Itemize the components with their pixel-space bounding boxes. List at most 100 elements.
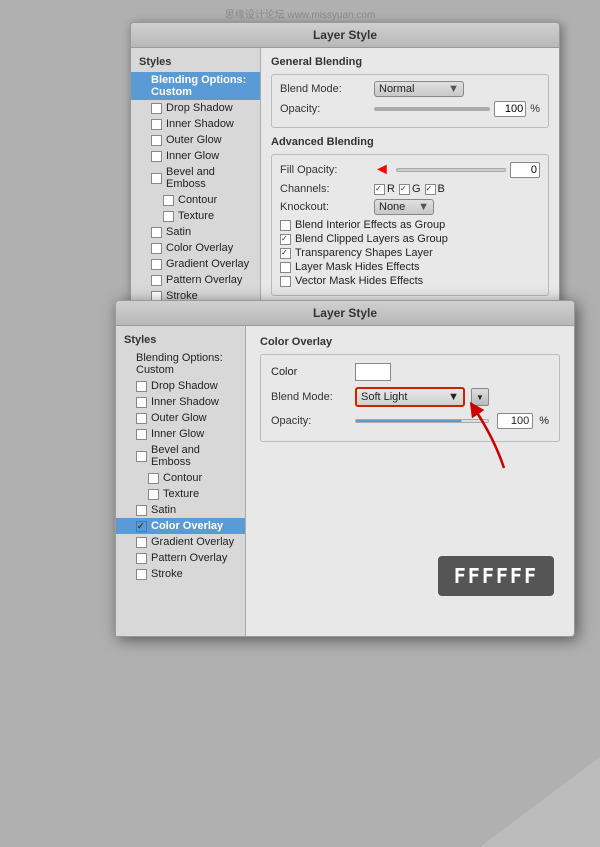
sidebar-item-contour[interactable]: Contour (131, 192, 260, 208)
d2-blending-options[interactable]: Blending Options: Custom (116, 350, 245, 378)
color-overlay-checkbox[interactable] (151, 243, 162, 254)
d2-contour[interactable]: Contour (116, 470, 245, 486)
d2-contour-cb[interactable] (148, 473, 159, 484)
outer-glow-checkbox[interactable] (151, 135, 162, 146)
sidebar-item-pattern-overlay[interactable]: Pattern Overlay (131, 272, 260, 288)
d2-inner-shadow[interactable]: Inner Shadow (116, 394, 245, 410)
dialog2-styles-title: Styles (116, 332, 245, 350)
d2-inner-shadow-cb[interactable] (136, 397, 147, 408)
channel-g-checkbox[interactable] (399, 184, 410, 195)
color-overlay-box: Color Blend Mode: Soft Light ▼ ▼ (260, 354, 560, 442)
d2-stroke[interactable]: Stroke (116, 566, 245, 582)
channel-g: G (399, 183, 421, 195)
sidebar-item-drop-shadow[interactable]: Drop Shadow (131, 100, 260, 116)
satin-checkbox[interactable] (151, 227, 162, 238)
co-blend-mode-dropdown[interactable]: Soft Light ▼ (355, 387, 465, 407)
opacity-input[interactable] (494, 101, 526, 117)
inner-shadow-checkbox[interactable] (151, 119, 162, 130)
drop-shadow-checkbox[interactable] (151, 103, 162, 114)
channels-label: Channels: (280, 183, 370, 195)
vector-mask-hides-label: Vector Mask Hides Effects (295, 275, 423, 287)
dialog1-styles-title: Styles (131, 54, 260, 72)
co-blend-mode-value: Soft Light (361, 391, 407, 403)
d2-gradient-overlay[interactable]: Gradient Overlay (116, 534, 245, 550)
blend-interior-checkbox[interactable] (280, 220, 291, 231)
dialog2-left-panel: Styles Blending Options: Custom Drop Sha… (116, 326, 246, 636)
transparency-shapes-label: Transparency Shapes Layer (295, 247, 433, 259)
dialog1-titlebar: Layer Style (131, 23, 559, 48)
d2-bevel-emboss-cb[interactable] (136, 451, 147, 462)
channel-r: R (374, 183, 395, 195)
bottom-area (0, 757, 600, 847)
d2-satin[interactable]: Satin (116, 502, 245, 518)
d2-texture[interactable]: Texture (116, 486, 245, 502)
d2-pattern-overlay-cb[interactable] (136, 553, 147, 564)
d2-outer-glow[interactable]: Outer Glow (116, 410, 245, 426)
color-overlay-panel: Color Overlay Color Blend Mode: Soft Lig… (246, 326, 574, 636)
knockout-dropdown[interactable]: None ▼ (374, 199, 434, 215)
bevel-emboss-checkbox[interactable] (151, 173, 162, 184)
blend-clipped-checkbox[interactable] (280, 234, 291, 245)
fill-opacity-input[interactable] (510, 162, 540, 178)
blend-interior-label: Blend Interior Effects as Group (295, 219, 445, 231)
layer-mask-hides-checkbox[interactable] (280, 262, 291, 273)
vector-mask-hides-checkbox[interactable] (280, 276, 291, 287)
channel-b-checkbox[interactable] (425, 184, 436, 195)
blend-mode-dropdown[interactable]: Normal ▼ (374, 81, 464, 97)
co-opacity-unit: % (539, 415, 549, 427)
fill-opacity-slider[interactable] (396, 168, 506, 172)
d2-outer-glow-cb[interactable] (136, 413, 147, 424)
d2-pattern-overlay[interactable]: Pattern Overlay (116, 550, 245, 566)
sidebar-item-inner-shadow[interactable]: Inner Shadow (131, 116, 260, 132)
d2-color-overlay[interactable]: Color Overlay (116, 518, 245, 534)
color-overlay-section-title: Color Overlay (260, 336, 560, 348)
sidebar-item-color-overlay[interactable]: Color Overlay (131, 240, 260, 256)
dialog1-left-panel: Styles Blending Options: Custom Drop Sha… (131, 48, 261, 318)
d2-inner-glow-cb[interactable] (136, 429, 147, 440)
dialog2-titlebar: Layer Style (116, 301, 574, 326)
d2-drop-shadow-cb[interactable] (136, 381, 147, 392)
blending-options-label: Blending Options: Custom (151, 74, 252, 98)
knockout-label: Knockout: (280, 201, 370, 213)
dropdown-arrow-icon: ▼ (448, 83, 459, 95)
hex-color-display: FFFFFF (438, 556, 554, 596)
gradient-overlay-checkbox[interactable] (151, 259, 162, 270)
d2-color-overlay-cb[interactable] (136, 521, 147, 532)
d2-drop-shadow[interactable]: Drop Shadow (116, 378, 245, 394)
knockout-arrow-icon: ▼ (418, 201, 429, 213)
d2-satin-cb[interactable] (136, 505, 147, 516)
corner-decoration (480, 757, 600, 847)
texture-checkbox[interactable] (163, 211, 174, 222)
opacity-slider[interactable] (374, 107, 490, 111)
d2-bevel-emboss[interactable]: Bevel and Emboss (116, 442, 245, 470)
d2-stroke-cb[interactable] (136, 569, 147, 580)
sidebar-item-blending-options[interactable]: Blending Options: Custom (131, 72, 260, 100)
sidebar-item-outer-glow[interactable]: Outer Glow (131, 132, 260, 148)
d2-color-overlay-label: Color Overlay (151, 520, 223, 532)
sidebar-item-inner-glow[interactable]: Inner Glow (131, 148, 260, 164)
general-blending-title: General Blending (271, 56, 549, 68)
dialog2: Layer Style Styles Blending Options: Cus… (115, 300, 575, 637)
inner-glow-checkbox[interactable] (151, 151, 162, 162)
sidebar-item-gradient-overlay[interactable]: Gradient Overlay (131, 256, 260, 272)
d2-blending-label: Blending Options: Custom (136, 352, 237, 376)
layer-mask-hides-label: Layer Mask Hides Effects (295, 261, 420, 273)
channel-r-checkbox[interactable] (374, 184, 385, 195)
advanced-checkboxes: Blend Interior Effects as Group Blend Cl… (280, 219, 540, 287)
color-swatch[interactable] (355, 363, 391, 381)
watermark: 思缘设计论坛 www.missyuan.com (225, 6, 376, 21)
general-blending-box: Blend Mode: Normal ▼ Opacity: % (271, 74, 549, 128)
sidebar-item-bevel-emboss[interactable]: Bevel and Emboss (131, 164, 260, 192)
color-label: Color (271, 366, 351, 378)
d2-gradient-overlay-cb[interactable] (136, 537, 147, 548)
d2-inner-glow[interactable]: Inner Glow (116, 426, 245, 442)
fill-opacity-arrow-icon: ◄ (374, 161, 390, 179)
d2-texture-cb[interactable] (148, 489, 159, 500)
sidebar-item-texture[interactable]: Texture (131, 208, 260, 224)
sidebar-item-satin[interactable]: Satin (131, 224, 260, 240)
pattern-overlay-checkbox[interactable] (151, 275, 162, 286)
red-arrow-annotation (454, 398, 514, 481)
contour-checkbox[interactable] (163, 195, 174, 206)
advanced-blending-title: Advanced Blending (271, 136, 549, 148)
transparency-shapes-checkbox[interactable] (280, 248, 291, 259)
